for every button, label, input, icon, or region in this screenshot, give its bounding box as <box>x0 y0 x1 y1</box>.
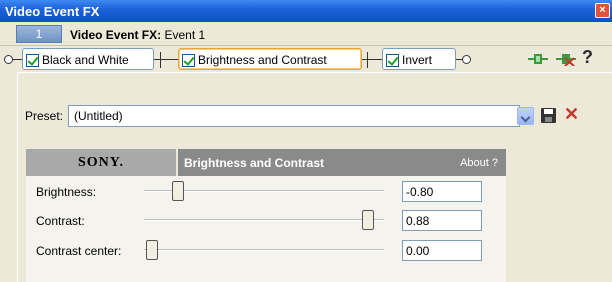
plugin-black-and-white[interactable]: Black and White <box>22 48 154 70</box>
plugin-title: Brightness and Contrast About ? <box>178 149 506 176</box>
plugin-invert[interactable]: Invert <box>382 48 456 70</box>
param-label: Brightness: <box>36 185 97 199</box>
slider-track[interactable] <box>144 249 384 251</box>
plugin-label: Brightness and Contrast <box>198 53 327 67</box>
plugin-chain: Black and White Brightness and Contrast … <box>0 46 612 72</box>
param-row-contrast-center: Contrast center: 0.00 <box>26 236 506 264</box>
plugin-remove-icon[interactable] <box>556 52 576 66</box>
chain-wire <box>13 59 22 60</box>
chain-separator <box>160 52 161 68</box>
contrast-center-value-field[interactable]: 0.00 <box>402 240 482 261</box>
chain-wire <box>362 59 382 60</box>
preset-value: (Untitled) <box>74 109 123 123</box>
brightness-value-field[interactable]: -0.80 <box>402 181 482 202</box>
chain-wire <box>154 59 178 60</box>
plugin-panel: Preset: (Untitled) ✕ SONY. Brightness an… <box>17 72 612 282</box>
param-row-contrast: Contrast: 0.88 <box>26 206 506 234</box>
save-icon[interactable] <box>541 108 556 123</box>
brightness-slider-thumb[interactable] <box>172 181 184 201</box>
parameter-list: Brightness: -0.80 Contrast: 0.88 Contras… <box>26 176 506 282</box>
preset-label: Preset: <box>25 109 64 123</box>
window-title: Video Event FX <box>5 4 100 19</box>
param-label: Contrast center: <box>36 244 122 258</box>
contrast-center-slider-thumb[interactable] <box>146 240 158 260</box>
contrast-value-field[interactable]: 0.88 <box>402 210 482 231</box>
chain-end-node <box>462 55 471 64</box>
chain-separator <box>367 52 368 68</box>
plugin-label: Black and White <box>42 53 129 67</box>
plugin-header: SONY. Brightness and Contrast About ? <box>26 149 506 176</box>
plugin-brightness-and-contrast[interactable]: Brightness and Contrast <box>178 48 362 70</box>
help-button[interactable]: ? <box>582 47 593 68</box>
chevron-down-icon[interactable] <box>517 107 534 125</box>
plugin-enable-checkbox[interactable] <box>26 53 39 67</box>
about-button[interactable]: About ? <box>460 157 498 169</box>
chain-start-node <box>4 55 13 64</box>
delete-icon[interactable]: ✕ <box>564 104 579 125</box>
plugin-add-icon[interactable] <box>528 52 548 66</box>
window-titlebar: Video Event FX × <box>0 0 612 22</box>
plugin-enable-checkbox[interactable] <box>182 53 195 67</box>
slider-track[interactable] <box>144 219 384 221</box>
event-name: Event 1 <box>164 28 206 42</box>
event-header: 1 Video Event FX: Event 1 <box>0 22 612 46</box>
plugin-label: Invert <box>402 53 433 67</box>
param-label: Contrast: <box>36 214 85 228</box>
close-icon: × <box>599 4 606 16</box>
event-label-prefix: Video Event FX: <box>70 28 162 42</box>
plugin-title-text: Brightness and Contrast <box>184 156 325 170</box>
sony-logo: SONY. <box>26 149 176 176</box>
event-label: Video Event FX: Event 1 <box>70 28 205 42</box>
event-number-badge[interactable]: 1 <box>16 25 62 43</box>
close-button[interactable]: × <box>595 3 610 18</box>
contrast-slider-thumb[interactable] <box>362 210 374 230</box>
param-row-brightness: Brightness: -0.80 <box>26 177 506 205</box>
plugin-enable-checkbox[interactable] <box>386 53 399 67</box>
preset-combobox[interactable]: (Untitled) <box>68 105 520 127</box>
